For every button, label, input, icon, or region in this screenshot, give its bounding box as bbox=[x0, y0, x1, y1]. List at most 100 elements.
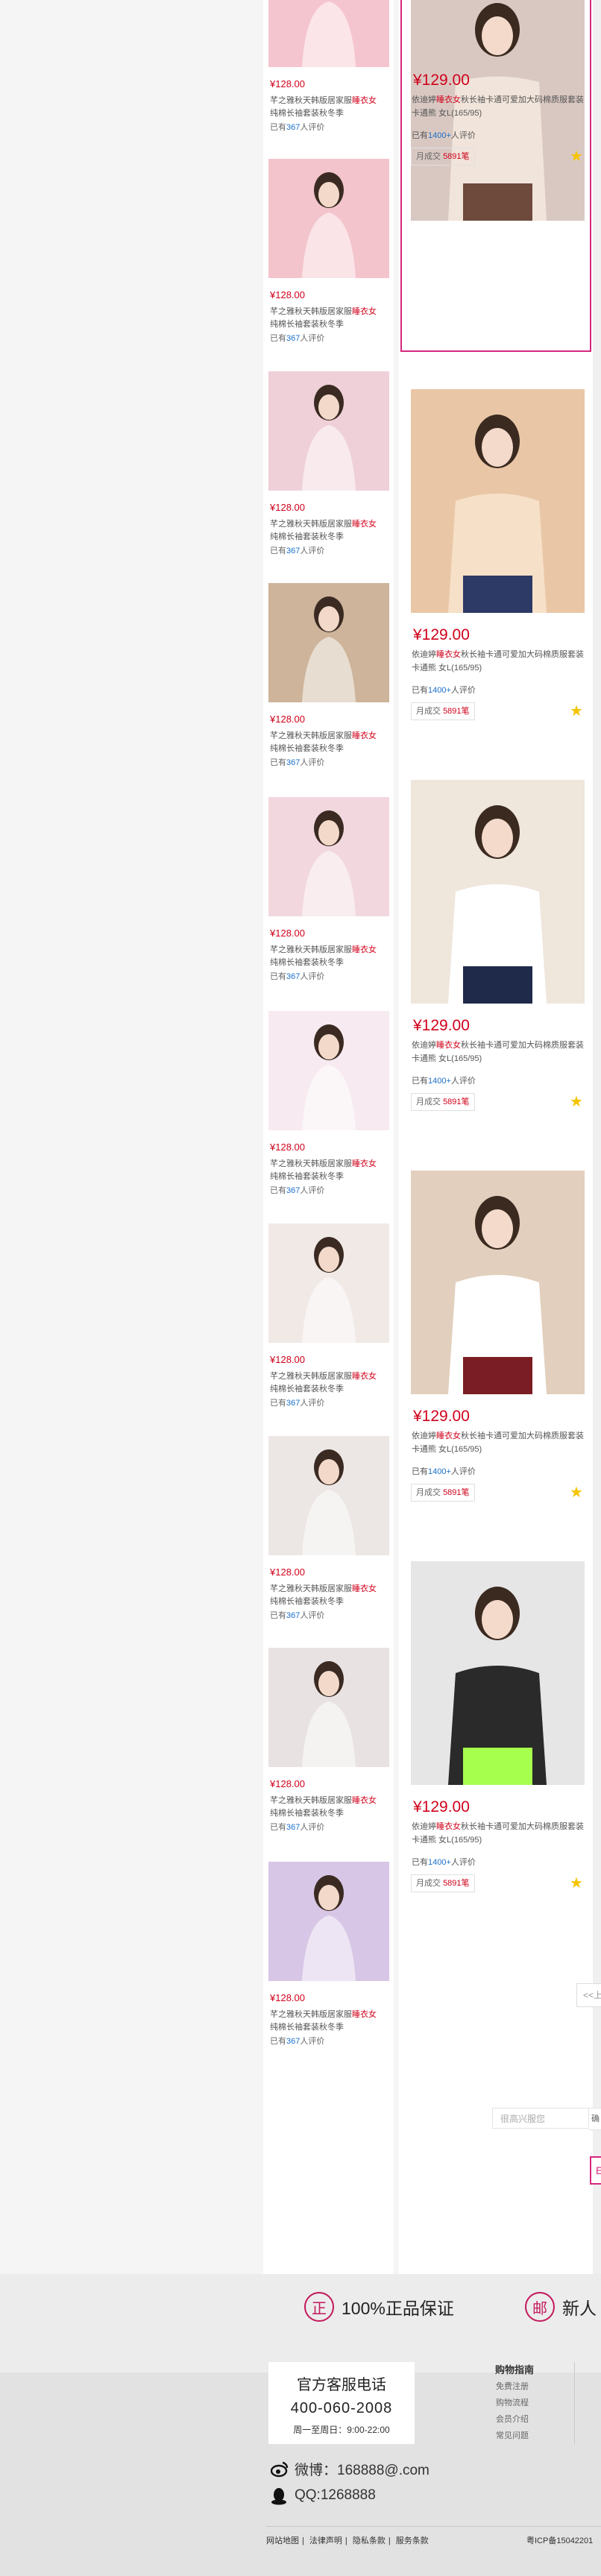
left-product-price: ¥128.00 bbox=[270, 502, 305, 513]
favorite-star-icon[interactable]: ★ bbox=[570, 1485, 583, 1500]
main-product-title[interactable]: 依迪婷睡衣女秋长袖卡通可爱加大码棉质服套装 卡通熊 女L(165/95) bbox=[412, 1039, 586, 1065]
footer-link-privacy[interactable]: 隐私条款 bbox=[353, 2536, 386, 2545]
main-product-reviews: 已有1400+人评价 bbox=[412, 1077, 476, 1086]
main-product-image[interactable] bbox=[411, 389, 585, 613]
left-product-price: ¥128.00 bbox=[270, 1354, 305, 1365]
guarantee-genuine: 正 100%正品保证 bbox=[304, 2290, 454, 2323]
favorite-star-icon[interactable]: ★ bbox=[570, 704, 583, 719]
main-product-image[interactable] bbox=[411, 780, 585, 1004]
genuine-icon: 正 bbox=[304, 2292, 334, 2322]
favorite-star-icon[interactable]: ★ bbox=[570, 1876, 583, 1891]
left-product-price: ¥128.00 bbox=[270, 78, 305, 89]
left-product-image[interactable] bbox=[268, 583, 389, 702]
left-product-title[interactable]: 芊之雅秋天韩版居家服睡衣女纯棉长袖套装秋冬季 bbox=[270, 1158, 382, 1183]
left-product-title[interactable]: 芊之雅秋天韩版居家服睡衣女纯棉长袖套装秋冬季 bbox=[270, 1370, 382, 1396]
left-product-title[interactable]: 芊之雅秋天韩版居家服睡衣女纯棉长袖套装秋冬季 bbox=[270, 730, 382, 755]
left-product-price: ¥128.00 bbox=[270, 1992, 305, 2003]
footer-link-sitemap[interactable]: 网站地图 bbox=[266, 2536, 299, 2545]
service-phone: 400-060-2008 bbox=[290, 2400, 393, 2416]
guide-item-faq[interactable]: 常见问题 bbox=[496, 2429, 529, 2441]
service-title: 官方客服电话 bbox=[297, 2377, 386, 2393]
guide-title: 购物指南 bbox=[495, 2364, 535, 2375]
weibo-row[interactable]: 微博：168888@.com bbox=[270, 2459, 429, 2479]
main-product-sold: 月成交 5891笔 bbox=[411, 1484, 475, 1502]
left-product-image[interactable] bbox=[268, 1224, 389, 1343]
page-go-button[interactable]: 确 bbox=[589, 2108, 601, 2130]
left-product-price: ¥128.00 bbox=[270, 1778, 305, 1789]
main-product-title[interactable]: 依迪婷睡衣女秋长袖卡通可爱加大码棉质服套装 卡通熊 女L(165/95) bbox=[412, 1429, 586, 1456]
main-product-reviews: 已有1400+人评价 bbox=[412, 131, 476, 140]
left-product-price: ¥128.00 bbox=[270, 289, 305, 300]
main-product-reviews: 已有1400+人评价 bbox=[412, 686, 476, 695]
prev-page-button[interactable]: <<上 bbox=[576, 1983, 601, 2007]
left-product-title[interactable]: 芊之雅秋天韩版居家服睡衣女纯棉长袖套装秋冬季 bbox=[270, 518, 382, 544]
left-product-image[interactable] bbox=[268, 159, 389, 278]
left-product-image[interactable] bbox=[268, 797, 389, 916]
left-product-reviews: 已有367人评价 bbox=[270, 334, 325, 343]
guide-item-member[interactable]: 会员介绍 bbox=[496, 2413, 529, 2425]
main-product-price: ¥129.00 bbox=[413, 1408, 470, 1425]
left-product-price: ¥128.00 bbox=[270, 1141, 305, 1153]
genuine-label: 100%正品保证 bbox=[342, 2299, 454, 2318]
main-product-reviews: 已有1400+人评价 bbox=[412, 1858, 476, 1867]
qq-text: QQ:1268888 bbox=[295, 2487, 376, 2503]
main-product-price: ¥129.00 bbox=[413, 626, 470, 643]
main-product-price: ¥129.00 bbox=[413, 72, 470, 89]
main-product-sold: 月成交 5891笔 bbox=[411, 148, 475, 166]
guide-item-flow[interactable]: 购物流程 bbox=[496, 2396, 529, 2408]
main-product-price: ¥129.00 bbox=[413, 1017, 470, 1034]
left-product-title[interactable]: 芊之雅秋天韩版居家服睡衣女纯棉长袖套装秋冬季 bbox=[270, 944, 382, 969]
page-search-input[interactable]: 很高兴服您 bbox=[492, 2108, 589, 2129]
next-column-edge bbox=[593, 0, 601, 2274]
left-product-image[interactable] bbox=[268, 1011, 389, 1130]
footer-link-legal[interactable]: 法律声明 bbox=[309, 2536, 342, 2545]
left-product-title[interactable]: 芊之雅秋天韩版居家服睡衣女纯棉长袖套装秋冬季 bbox=[270, 1795, 382, 1820]
left-product-reviews: 已有367人评价 bbox=[270, 123, 325, 132]
left-product-reviews: 已有367人评价 bbox=[270, 758, 325, 767]
footer-link-terms[interactable]: 服务条款 bbox=[396, 2536, 429, 2545]
left-product-image[interactable] bbox=[268, 1862, 389, 1981]
left-product-price: ¥128.00 bbox=[270, 1566, 305, 1578]
left-product-title[interactable]: 芊之雅秋天韩版居家服睡衣女纯棉长袖套装秋冬季 bbox=[270, 2009, 382, 2034]
left-product-reviews: 已有367人评价 bbox=[270, 1823, 325, 1832]
weibo-icon bbox=[270, 2461, 289, 2478]
left-product-image[interactable] bbox=[268, 371, 389, 491]
left-product-reviews: 已有367人评价 bbox=[270, 2037, 325, 2046]
left-product-image[interactable] bbox=[268, 1436, 389, 1555]
left-product-image[interactable] bbox=[268, 0, 389, 67]
guide-item-register[interactable]: 免费注册 bbox=[496, 2380, 529, 2392]
main-product-reviews: 已有1400+人评价 bbox=[412, 1467, 476, 1476]
left-product-reviews: 已有367人评价 bbox=[270, 547, 325, 555]
left-product-title[interactable]: 芊之雅秋天韩版居家服睡衣女纯棉长袖套装秋冬季 bbox=[270, 1583, 382, 1608]
left-product-reviews: 已有367人评价 bbox=[270, 1186, 325, 1195]
left-product-reviews: 已有367人评价 bbox=[270, 972, 325, 981]
service-hours: 周一至周日：9:00-22:00 bbox=[293, 2425, 390, 2435]
qq-row[interactable]: QQ:1268888 bbox=[271, 2487, 376, 2505]
mail-icon: 邮 bbox=[525, 2292, 555, 2322]
main-product-title[interactable]: 依迪婷睡衣女秋长袖卡通可爱加大码棉质服套装 卡通熊 女L(165/95) bbox=[412, 648, 586, 675]
guarantee-newuser: 邮 新人 bbox=[525, 2290, 597, 2323]
main-product-title[interactable]: 依迪婷睡衣女秋长袖卡通可爱加大码棉质服套装 卡通熊 女L(165/95) bbox=[412, 93, 586, 120]
left-product-reviews: 已有367人评价 bbox=[270, 1399, 325, 1408]
service-phone-box: 官方客服电话 400-060-2008 周一至周日：9:00-22:00 bbox=[268, 2362, 415, 2444]
favorite-star-icon[interactable]: ★ bbox=[570, 149, 583, 164]
left-product-reviews: 已有367人评价 bbox=[270, 1611, 325, 1620]
main-product-sold: 月成交 5891笔 bbox=[411, 1874, 475, 1892]
main-product-price: ¥129.00 bbox=[413, 1798, 470, 1816]
guarantee-band bbox=[0, 2274, 601, 2372]
footer-divider bbox=[574, 2362, 575, 2444]
main-product-image[interactable] bbox=[411, 1561, 585, 1785]
main-product-title[interactable]: 依迪婷睡衣女秋长袖卡通可爱加大码棉质服套装 卡通熊 女L(165/95) bbox=[412, 1820, 586, 1847]
left-product-title[interactable]: 芊之雅秋天韩版居家服睡衣女纯棉长袖套装秋冬季 bbox=[270, 306, 382, 331]
newuser-label: 新人 bbox=[562, 2299, 597, 2318]
left-product-price: ¥128.00 bbox=[270, 928, 305, 939]
icp-number: 粤ICP备15042201 bbox=[526, 2536, 594, 2545]
left-product-title[interactable]: 芊之雅秋天韩版居家服睡衣女纯棉长袖套装秋冬季 bbox=[270, 95, 382, 120]
main-product-sold: 月成交 5891笔 bbox=[411, 702, 475, 720]
page-current-box[interactable]: E bbox=[590, 2156, 601, 2185]
main-product-image[interactable] bbox=[411, 1171, 585, 1394]
favorite-star-icon[interactable]: ★ bbox=[570, 1095, 583, 1109]
left-product-image[interactable] bbox=[268, 1648, 389, 1767]
main-product-sold: 月成交 5891笔 bbox=[411, 1093, 475, 1111]
weibo-text: 微博：168888@.com bbox=[295, 2463, 429, 2478]
